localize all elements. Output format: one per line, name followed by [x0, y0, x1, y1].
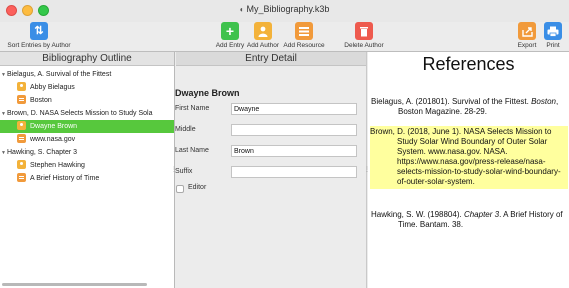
last-name-field[interactable]	[231, 145, 357, 157]
editor-checkbox[interactable]	[176, 185, 184, 193]
trash-icon	[355, 22, 373, 40]
author-icon	[17, 81, 26, 91]
detail-title: Dwayne Brown	[175, 88, 240, 98]
outline-group-brown[interactable]: ▼Brown, D. NASA Selects Mission to Study…	[0, 107, 174, 120]
sort-entries-button[interactable]: ⇅ Sort Entries by Author	[3, 22, 75, 49]
window-title: ◐ My_Bibliography.k3b	[239, 4, 330, 14]
person-icon	[254, 22, 272, 40]
outline-item-dwayne-brown[interactable]: Dwayne Brown	[0, 120, 174, 133]
export-icon	[518, 22, 536, 40]
printer-icon	[544, 22, 562, 40]
add-resource-button[interactable]: Add Resource	[281, 22, 327, 49]
delete-author-button[interactable]: Delete Author	[344, 22, 384, 49]
middle-name-field[interactable]	[231, 124, 357, 136]
add-author-button[interactable]: Add Author	[245, 22, 281, 49]
add-entry-button[interactable]: + Add Entry	[213, 22, 247, 49]
outline-tree: ▼Bielagus, A. Survival of the Fittest Ab…	[0, 66, 174, 185]
stack-icon	[295, 22, 313, 40]
outline-item-brief-history[interactable]: A Brief History of Time	[0, 172, 174, 185]
outline-item-boston[interactable]: Boston	[0, 94, 174, 107]
reference-entry[interactable]: Bielagus, A. (201801). Survival of the F…	[371, 97, 567, 117]
export-button[interactable]: Export	[514, 22, 540, 49]
resource-icon	[17, 172, 26, 182]
pane-divider-handle[interactable]: ⋮	[171, 166, 177, 173]
plus-icon: +	[221, 22, 239, 40]
author-icon	[17, 159, 26, 169]
first-name-label: First Name	[175, 105, 210, 112]
suffix-field[interactable]	[231, 166, 357, 178]
reference-entry[interactable]: Hawking, S. W. (198804). Chapter 3. A Br…	[371, 210, 567, 230]
outline-header: Bibliography Outline	[0, 52, 174, 66]
outline-item-abby-bielagus[interactable]: Abby Bielagus	[0, 81, 174, 94]
reference-entry-selected[interactable]: Brown, D. (2018, June 1). NASA Selects M…	[370, 126, 568, 189]
outline-item-nasa-gov[interactable]: www.nasa.gov	[0, 133, 174, 146]
horizontal-scrollbar[interactable]	[2, 283, 147, 286]
resource-icon	[17, 94, 26, 104]
outline-group-hawking[interactable]: ▼Hawking, S. Chapter 3	[0, 146, 174, 159]
toolbar: ⇅ Sort Entries by Author + Add Entry Add…	[0, 22, 569, 52]
outline-item-stephen-hawking[interactable]: Stephen Hawking	[0, 159, 174, 172]
middle-label: Middle	[175, 126, 196, 133]
references-title: References	[422, 54, 515, 74]
suffix-label: Suffix	[175, 168, 193, 175]
first-name-field[interactable]	[231, 103, 357, 115]
document-icon: ◐	[239, 5, 245, 14]
resource-icon	[17, 133, 26, 143]
outline-group-bielagus[interactable]: ▼Bielagus, A. Survival of the Fittest	[0, 68, 174, 81]
detail-header: Entry Detail	[176, 52, 366, 66]
last-name-label: Last Name	[175, 147, 209, 154]
editor-label: Editor	[188, 184, 207, 191]
sort-arrows-icon: ⇅	[30, 22, 48, 40]
print-button[interactable]: Print	[540, 22, 566, 49]
title-bar: ◐ My_Bibliography.k3b	[0, 0, 569, 22]
author-icon	[17, 120, 26, 130]
bibliography-outline-pane: Bibliography Outline ▼Bielagus, A. Survi…	[0, 52, 175, 288]
